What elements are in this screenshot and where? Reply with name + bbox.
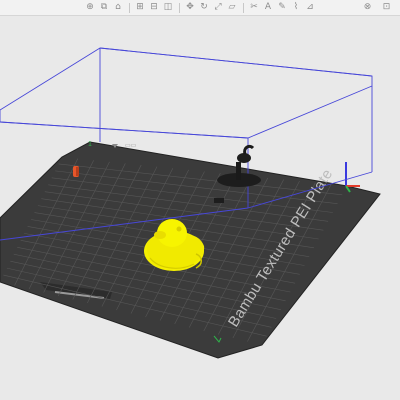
assembly-icon[interactable]: ⊗ (362, 2, 373, 13)
toolbar-separator (128, 2, 130, 13)
grid-icon[interactable]: ⊞ (135, 2, 146, 13)
plate-number: 1 (88, 141, 92, 148)
seam-icon[interactable]: ⌇ (291, 2, 302, 13)
rotate-icon[interactable]: ↻ (199, 2, 210, 13)
home-icon[interactable]: ⌂ (113, 2, 124, 13)
top-toolbar: ⊕ ⧉ ⌂ ⊞ ⊟ ◫ ✥ ↻ ⤢ ▱ ✂ A ✎ ⌇ ⊿ ⊗ ⊡ (0, 0, 400, 16)
lay-on-face-icon[interactable]: ▱ (227, 2, 238, 13)
3d-viewport[interactable]: ⊕ ⧉ ⌂ ⊞ ⊟ ◫ ✥ ↻ ⤢ ▱ ✂ A ✎ ⌇ ⊿ ⊗ ⊡ Bambu Textured PEI Pl… (0, 0, 400, 400)
toolbar-tools: ⊕ ⧉ ⌂ ⊞ ⊟ ◫ ✥ ↻ ⤢ ▱ ✂ A ✎ ⌇ ⊿ (85, 2, 316, 13)
scene-canvas[interactable]: Bambu Textured PEI Plate 1 ▭▭ (0, 16, 400, 400)
toolbar-separator (242, 2, 244, 13)
view-icon[interactable]: ⊡ (381, 2, 392, 13)
scale-icon[interactable]: ⤢ (213, 2, 224, 13)
move-icon[interactable]: ✥ (185, 2, 196, 13)
toolbar-right-tools: ⊗ ⊡ (362, 2, 392, 13)
plate-corner-mark: ▭▭ (125, 143, 137, 149)
text-icon[interactable]: A (263, 2, 274, 13)
paint-icon[interactable]: ✎ (277, 2, 288, 13)
add-object-icon[interactable]: ⊕ (85, 2, 96, 13)
copy-icon[interactable]: ⧉ (99, 2, 110, 13)
cut-icon[interactable]: ✂ (249, 2, 260, 13)
arrange-icon[interactable]: ⊟ (149, 2, 160, 13)
toolbar-separator (178, 2, 180, 13)
orange-object[interactable] (73, 166, 79, 177)
orient-icon[interactable]: ◫ (163, 2, 174, 13)
measure-icon[interactable]: ⊿ (305, 2, 316, 13)
